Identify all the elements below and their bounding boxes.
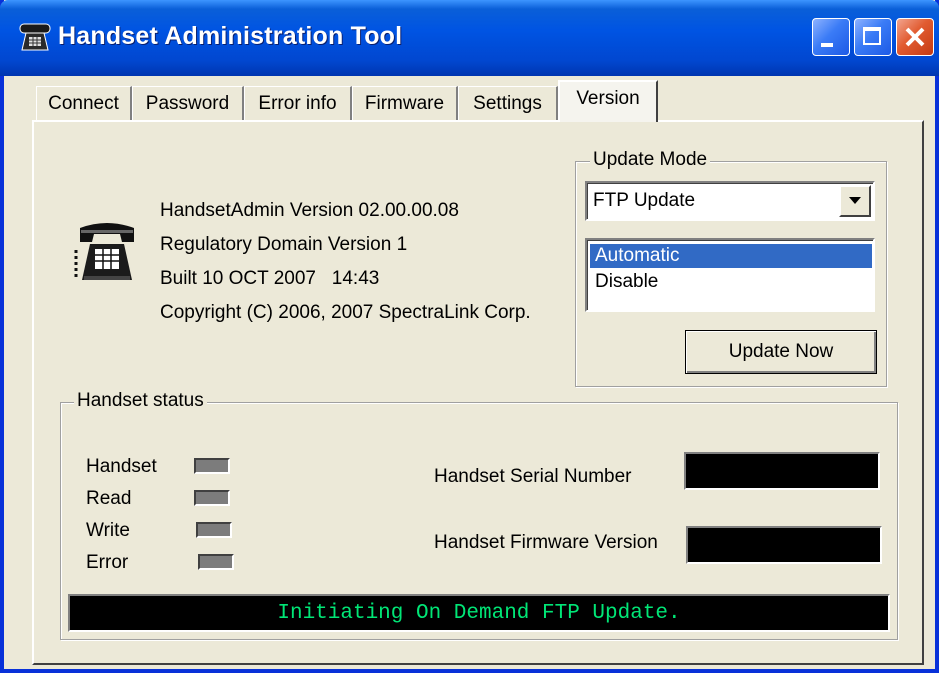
status-message: Initiating On Demand FTP Update. [277,602,681,625]
read-indicator-led [194,490,230,506]
firmware-version-label: Handset Firmware Version [434,532,658,553]
write-indicator-label: Write [86,520,130,541]
regulatory-line: Regulatory Domain Version 1 [160,234,408,255]
phone-icon [19,23,51,51]
update-mode-legend: Update Mode [590,149,711,171]
tab-password[interactable]: Password [132,86,244,120]
tab-connect[interactable]: Connect [36,86,132,120]
update-mode-value: FTP Update [593,190,696,211]
version-line: HandsetAdmin Version 02.00.00.08 [160,200,459,221]
read-indicator-label: Read [86,488,132,509]
minimize-icon[interactable] [812,18,850,56]
write-indicator-led [196,522,232,538]
telephone-icon [74,223,134,280]
build-line: Built 10 OCT 2007 14:43 [160,268,380,289]
close-icon[interactable] [896,18,934,56]
handset-status-legend: Handset status [74,390,207,412]
tab-error-info[interactable]: Error info [244,86,352,120]
update-now-button[interactable]: Update Now [685,330,877,374]
error-indicator-label: Error [86,552,129,573]
list-item-automatic[interactable]: Automatic [590,244,872,268]
update-mode-select[interactable]: FTP Update [585,181,875,221]
update-option-list[interactable]: Automatic Disable [585,238,875,312]
serial-number-label: Handset Serial Number [434,466,632,487]
handset-indicator-label: Handset [86,456,157,477]
copyright-line: Copyright (C) 2006, 2007 SpectraLink Cor… [160,302,531,323]
serial-number-field [684,452,880,490]
tab-firmware[interactable]: Firmware [352,86,458,120]
title-bar[interactable]: Handset Administration Tool [0,0,939,76]
status-message-bar: Initiating On Demand FTP Update. [68,594,890,632]
chevron-down-icon[interactable] [839,185,871,217]
tab-settings[interactable]: Settings [458,86,558,120]
maximize-icon[interactable] [854,18,892,56]
tab-version[interactable]: Version [558,80,658,122]
list-item-disable[interactable]: Disable [590,270,872,294]
firmware-version-field [686,526,882,564]
window-title: Handset Administration Tool [58,22,403,50]
error-indicator-led [198,554,234,570]
handset-indicator-led [194,458,230,474]
